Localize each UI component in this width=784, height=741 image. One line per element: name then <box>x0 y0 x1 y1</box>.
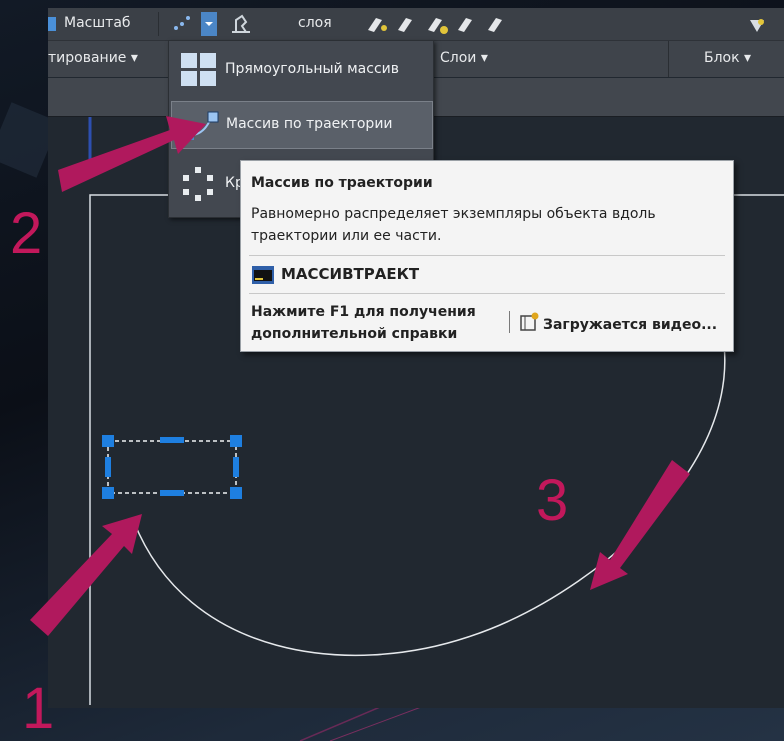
tooltip-divider <box>249 255 725 256</box>
tooltip-divider <box>249 293 725 294</box>
tooltip-help: Нажмите F1 для получения дополнительной … <box>251 304 476 342</box>
path-array-icon <box>183 111 219 140</box>
step-number-3: 3 <box>536 468 569 533</box>
tooltip-separator <box>509 311 510 333</box>
step-number-2: 2 <box>10 201 43 266</box>
path-array-tooltip: Массив по траектории Равномерно распреде… <box>240 160 734 352</box>
scale-button[interactable]: Масштаб <box>64 15 131 31</box>
block-panel-title[interactable]: Блок ▾ <box>704 50 751 66</box>
chevron-down-icon <box>205 22 213 26</box>
menu-item-label: Прямоугольный массив <box>225 61 400 77</box>
selected-rectangle <box>107 440 237 494</box>
array-dropdown-button[interactable] <box>201 12 217 36</box>
scale-icon[interactable] <box>48 17 56 31</box>
layers-panel-title[interactable]: Слои ▾ <box>440 50 488 66</box>
tooltip-description: Равномерно распределяет экземпляры объек… <box>251 206 656 244</box>
ribbon-separator <box>668 41 669 77</box>
rectangular-array-icon <box>181 53 216 86</box>
selection-grips <box>102 435 242 499</box>
step-number-1: 1 <box>22 676 55 741</box>
menu-item-label: Массив по траектории <box>226 116 393 132</box>
tooltip-video-link[interactable]: Загружается видео... <box>543 317 717 333</box>
menu-item-path-array[interactable]: Массив по траектории <box>171 101 433 149</box>
video-icon <box>520 312 539 331</box>
ribbon-tools-row: Масштаб слоя <box>48 8 784 41</box>
measure-icon[interactable] <box>230 14 252 34</box>
menu-item-rectangular-array[interactable]: Прямоугольный массив <box>171 47 431 93</box>
polar-array-icon <box>183 167 213 201</box>
autocad-window: Масштаб слоя тирование ▾ Слои ▾ Блок ▾ П… <box>48 8 784 708</box>
layer-tools-icons[interactable] <box>364 12 534 36</box>
command-icon <box>252 266 274 284</box>
path-array-icon[interactable] <box>172 14 192 34</box>
tooltip-title: Массив по траектории <box>251 175 433 191</box>
tooltip-command: МАССИВТРАЕКТ <box>281 265 420 283</box>
layer-label[interactable]: слоя <box>298 15 332 31</box>
edit-panel-title[interactable]: тирование ▾ <box>48 50 138 66</box>
ribbon-separator <box>158 12 159 36</box>
block-tools-icon[interactable] <box>748 16 766 34</box>
